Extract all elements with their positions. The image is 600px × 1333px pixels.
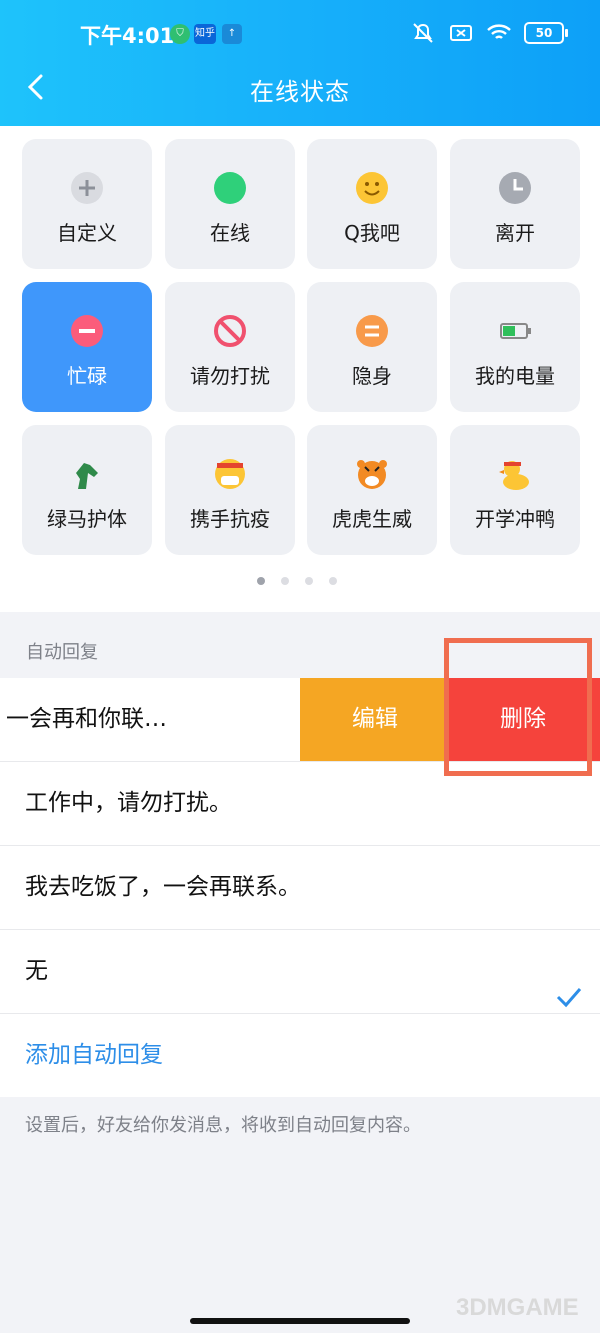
status-tile-online[interactable]: 在线: [165, 139, 295, 269]
green-horse-icon: [70, 457, 104, 491]
page-title: 在线状态: [250, 78, 350, 106]
status-tile-tiger[interactable]: 虎虎生威: [307, 425, 437, 555]
nav-bar: 在线状态: [0, 64, 600, 114]
status-label: 自定义: [57, 221, 117, 245]
status-tile-q-me[interactable]: Q我吧: [307, 139, 437, 269]
auto-reply-item[interactable]: 工作中，请勿打扰。: [0, 762, 600, 846]
status-label: Q我吧: [344, 221, 400, 245]
status-tile-custom[interactable]: 自定义: [22, 139, 152, 269]
battery-icon: [498, 314, 532, 348]
auto-reply-item[interactable]: 我去吃饭了，一会再联系。: [0, 846, 600, 930]
status-tile-dnd[interactable]: 请勿打扰: [165, 282, 295, 412]
status-label: 我的电量: [475, 364, 555, 388]
status-grid: 自定义 在线 Q我吧 离开 忙碌 请勿打扰 隐身 我的电量 绿马护体 携手抗疫 …: [0, 126, 600, 612]
status-tile-fight-epidemic[interactable]: 携手抗疫: [165, 425, 295, 555]
clock-icon: [498, 171, 532, 205]
page-dot: [257, 577, 265, 585]
auto-reply-footnote: 设置后，好友给你发消息，将收到自动回复内容。: [25, 1115, 421, 1136]
smile-icon: [355, 171, 389, 205]
auto-reply-item-swiped[interactable]: 一会再和你联… 编辑 删除: [0, 678, 600, 762]
page-dot: [305, 577, 313, 585]
auto-reply-list: 一会再和你联… 编辑 删除 工作中，请勿打扰。 我去吃饭了，一会再联系。 无 添…: [0, 678, 600, 1097]
status-label: 开学冲鸭: [475, 507, 555, 531]
add-auto-reply-link[interactable]: 添加自动回复: [0, 1014, 600, 1097]
status-label: 忙碌: [67, 364, 107, 388]
zhihu-icon: 知乎: [194, 24, 216, 44]
status-icons: 50: [410, 22, 568, 44]
status-label: 请勿打扰: [190, 364, 270, 388]
status-label: 离开: [495, 221, 535, 245]
status-bar: 下午4:01 ⛉ 知乎 ↑ 50: [0, 14, 600, 54]
status-label: 绿马护体: [47, 507, 127, 531]
delete-button[interactable]: 删除: [446, 678, 600, 761]
edit-button[interactable]: 编辑: [300, 678, 450, 761]
mask-face-icon: [213, 457, 247, 491]
wifi-icon: [486, 22, 512, 44]
equal-icon: [355, 314, 389, 348]
status-tile-battery[interactable]: 我的电量: [450, 282, 580, 412]
status-tile-away[interactable]: 离开: [450, 139, 580, 269]
plus-icon: [70, 171, 104, 205]
status-label: 在线: [210, 221, 250, 245]
header: 下午4:01 ⛉ 知乎 ↑ 50 在线状态: [0, 0, 600, 126]
status-label: 隐身: [352, 364, 392, 388]
upload-icon: ↑: [222, 24, 242, 44]
status-label: 携手抗疫: [190, 507, 270, 531]
page-indicator: [0, 577, 600, 587]
auto-reply-text: 无: [25, 958, 48, 984]
status-tile-invisible[interactable]: 隐身: [307, 282, 437, 412]
status-tile-busy[interactable]: 忙碌: [22, 282, 152, 412]
duck-icon: [498, 457, 532, 491]
status-tile-green-horse[interactable]: 绿马护体: [22, 425, 152, 555]
checkmark-icon: [556, 960, 582, 1008]
auto-reply-item-none[interactable]: 无: [0, 930, 600, 1014]
green-dot-icon: [213, 171, 247, 205]
no-sim-icon: [448, 22, 474, 44]
mute-icon: [410, 22, 436, 44]
status-tile-duck[interactable]: 开学冲鸭: [450, 425, 580, 555]
minus-icon: [70, 314, 104, 348]
status-time: 下午4:01: [80, 24, 175, 48]
auto-reply-text: 一会再和你联…: [6, 706, 167, 732]
status-label: 虎虎生威: [332, 507, 412, 531]
page-dot: [329, 577, 337, 585]
battery-indicator: 50: [524, 22, 568, 44]
tiger-icon: [355, 457, 389, 491]
forbidden-icon: [213, 314, 247, 348]
page-dot: [281, 577, 289, 585]
security-icon: ⛉: [170, 24, 190, 44]
auto-reply-section-title: 自动回复: [26, 642, 98, 663]
home-indicator[interactable]: [190, 1318, 410, 1324]
watermark: 3DMGAME: [456, 1294, 579, 1321]
